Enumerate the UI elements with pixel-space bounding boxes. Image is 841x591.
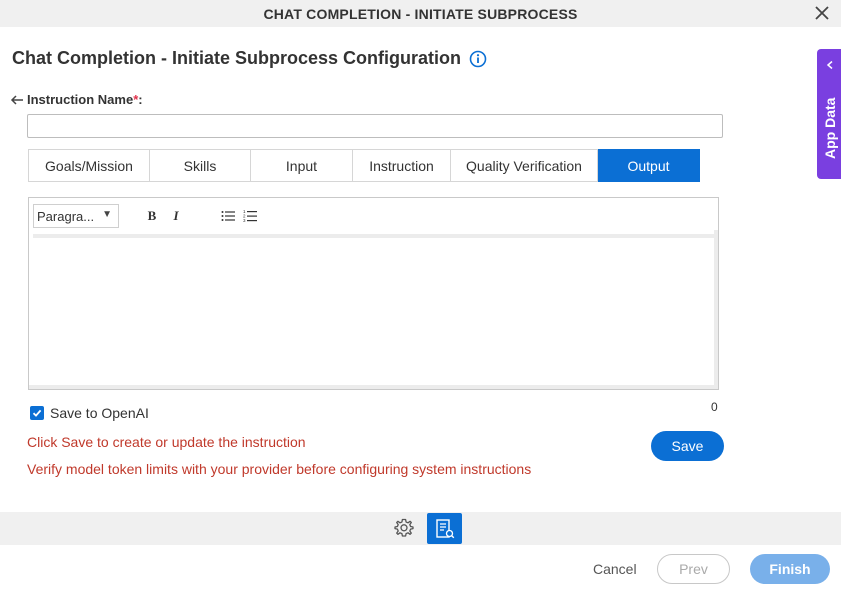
svg-text:3: 3	[243, 218, 246, 223]
page-heading: Chat Completion - Initiate Subprocess Co…	[12, 48, 487, 69]
properties-icon	[435, 518, 454, 538]
italic-button[interactable]: I	[165, 205, 187, 227]
chevron-left-icon	[826, 61, 833, 69]
page-title: Chat Completion - Initiate Subprocess Co…	[12, 48, 462, 68]
numbered-list-button[interactable]: 1 2 3	[239, 205, 261, 227]
save-to-openai-checkbox[interactable]	[30, 406, 44, 420]
bold-button[interactable]: B	[141, 205, 163, 227]
finish-button[interactable]: Finish	[750, 554, 830, 584]
app-data-label: App Data	[822, 97, 838, 159]
save-instruction-message: Click Save to create or update the instr…	[27, 434, 306, 450]
tab-instruction[interactable]: Instruction	[353, 149, 451, 182]
gear-icon[interactable]	[393, 517, 415, 539]
save-to-openai-label: Save to OpenAI	[50, 405, 149, 421]
numbered-list-icon: 1 2 3	[243, 209, 257, 223]
caret-down-icon: ▼	[102, 209, 112, 220]
save-button[interactable]: Save	[651, 431, 724, 461]
tab-goals-mission[interactable]: Goals/Mission	[28, 149, 150, 182]
tab-output[interactable]: Output	[598, 149, 700, 182]
app-data-panel-toggle[interactable]: App Data	[817, 49, 841, 179]
label-colon: :	[138, 92, 143, 107]
instruction-name-input[interactable]	[27, 114, 723, 138]
dialog-footer: Cancel Prev Finish	[0, 545, 841, 591]
properties-button[interactable]	[427, 513, 462, 544]
tab-skills[interactable]: Skills	[150, 149, 251, 182]
close-icon[interactable]	[813, 4, 831, 22]
editor-border-right	[714, 230, 718, 385]
instruction-tabs: Goals/Mission Skills Input Instruction Q…	[28, 149, 700, 182]
instruction-name-label: Instruction Name	[27, 92, 134, 107]
info-icon[interactable]	[469, 50, 487, 68]
checkmark-icon	[32, 409, 42, 417]
rich-text-editor: Paragra... ▼ B I 1 2 3	[28, 197, 719, 390]
title-bar: CHAT COMPLETION - INITIATE SUBPROCESS	[0, 0, 841, 27]
save-to-openai-option[interactable]: Save to OpenAI	[30, 405, 149, 421]
prev-button[interactable]: Prev	[657, 554, 730, 584]
editor-toolbar: Paragra... ▼ B I 1 2 3	[33, 202, 714, 230]
paragraph-format-value: Paragra...	[37, 208, 95, 224]
window-title: CHAT COMPLETION - INITIATE SUBPROCESS	[263, 5, 578, 22]
paragraph-format-select[interactable]: Paragra... ▼	[33, 204, 119, 228]
bulleted-list-button[interactable]	[217, 205, 239, 227]
editor-content-area[interactable]	[33, 234, 714, 385]
bulleted-list-icon	[221, 211, 235, 221]
cancel-button[interactable]: Cancel	[593, 561, 637, 577]
editor-border-bottom	[29, 385, 718, 389]
tab-quality-verification[interactable]: Quality Verification	[451, 149, 598, 182]
bottom-toolbar	[0, 512, 841, 545]
tab-input[interactable]: Input	[251, 149, 353, 182]
instruction-name-label-row: Instruction Name * :	[10, 92, 143, 107]
token-limit-warning: Verify model token limits with your prov…	[27, 461, 532, 477]
arrow-left-icon[interactable]	[10, 93, 24, 107]
character-count: 0	[711, 400, 718, 414]
